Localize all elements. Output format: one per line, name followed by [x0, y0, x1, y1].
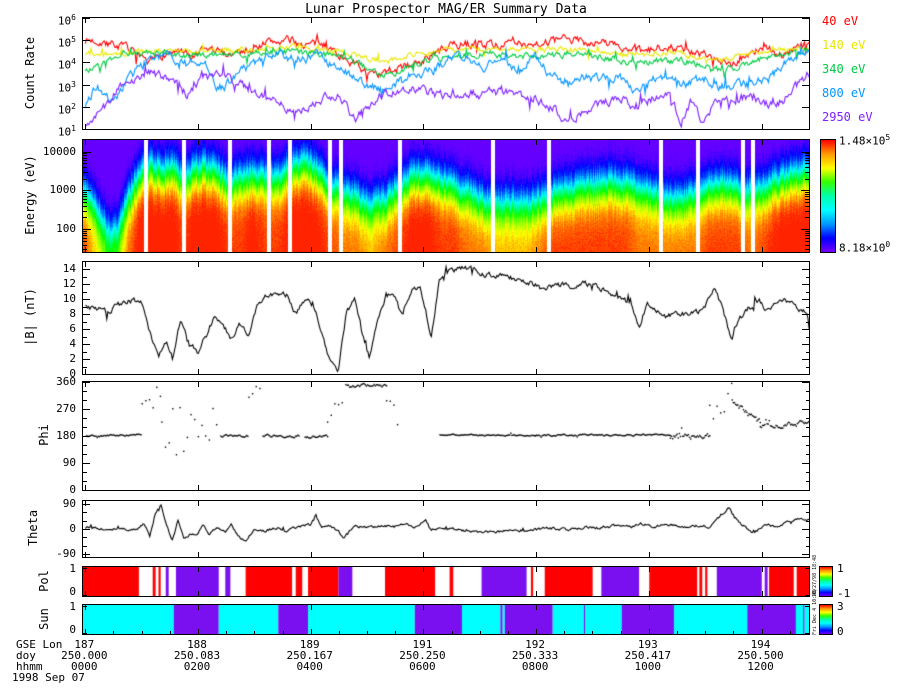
- panel-theta: [82, 500, 810, 558]
- sun-colorbar-top-label: 3: [837, 600, 844, 613]
- xtick-hhmm-1000: 1000: [634, 660, 662, 673]
- sun-colorbar: [819, 604, 833, 635]
- legend-item-140-ev: 140 eV: [822, 38, 866, 52]
- legend-item-340-ev: 340 eV: [822, 62, 866, 76]
- figure-root: Lunar Prospector MAG/ER Summary Data 1.4…: [0, 0, 900, 700]
- pol-colorbar-bottom-label: -1: [837, 587, 851, 600]
- ylabel-energy: Energy (eV): [23, 155, 37, 235]
- panel-bmag: [82, 261, 810, 375]
- sun-timestamp-annotation: Fri Dec 4 10:48: [812, 589, 818, 635]
- xtick-hhmm-0400: 0400: [296, 660, 323, 673]
- chart-canvas-sun: [83, 605, 809, 634]
- chart-canvas-phi: [83, 382, 809, 490]
- chart-canvas-energy: [83, 140, 809, 252]
- chart-canvas-theta: [83, 501, 809, 557]
- xtick-hhmm-0200: 0200: [183, 660, 211, 673]
- legend-item-40-ev: 40 eV: [822, 14, 859, 28]
- panel-phi: [82, 381, 810, 491]
- panel-energy: [82, 139, 810, 253]
- xtick-hhmm-1200: 1200: [747, 660, 774, 673]
- energy-colorbar-min-label: 8.18×100: [839, 240, 891, 255]
- sun-colorbar-bottom-label: 0: [837, 625, 844, 638]
- ylabel-count_rate: Count Rate: [23, 36, 37, 109]
- chart-canvas-bmag: [83, 262, 809, 374]
- energy-colorbar: [820, 139, 836, 253]
- ylabel-bmag: |B| (nT): [23, 288, 37, 346]
- pol-colorbar-top-label: 1: [837, 562, 844, 575]
- xtick-hhmm-0000: 0000: [71, 660, 98, 673]
- pol-colorbar: [819, 566, 833, 597]
- chart-canvas-pol: [83, 567, 809, 596]
- plot-title: Lunar Prospector MAG/ER Summary Data: [305, 2, 587, 17]
- legend-item-2950-ev: 2950 eV: [822, 110, 873, 124]
- panel-sun: [82, 604, 810, 635]
- xtick-hhmm-0600: 0600: [409, 660, 436, 673]
- legend-item-800-ev: 800 eV: [822, 86, 866, 100]
- panel-pol: [82, 566, 810, 597]
- xtick-hhmm-0800: 0800: [521, 660, 549, 673]
- panel-count_rate: [82, 17, 810, 130]
- chart-canvas-count_rate: [83, 18, 809, 129]
- energy-colorbar-max-label: 1.48×105: [839, 133, 891, 148]
